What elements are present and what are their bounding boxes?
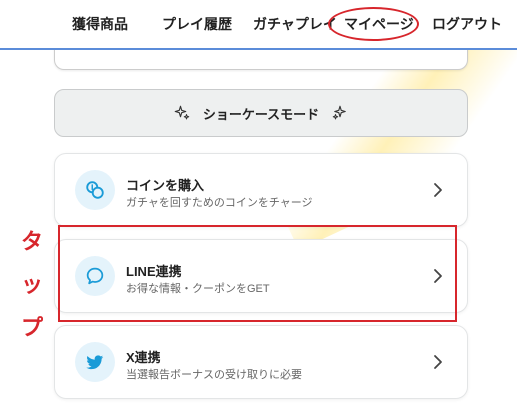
nav-item-play-history[interactable]: プレイ履歴 bbox=[162, 14, 232, 34]
nav-item-acquired-items[interactable]: 獲得商品 bbox=[72, 14, 128, 34]
nav-item-logout[interactable]: ログアウト bbox=[432, 14, 502, 34]
top-nav: 獲得商品 プレイ履歴 ガチャプレイ マイページ ログアウト bbox=[0, 0, 517, 50]
x-link-subtitle: 当選報告ボーナスの受け取りに必要 bbox=[126, 369, 302, 381]
showcase-mode-label: ショーケースモード bbox=[202, 106, 320, 122]
coins-icon bbox=[86, 181, 104, 199]
nav-item-gacha-play[interactable]: ガチャプレイ bbox=[253, 14, 337, 34]
tap-char: タ bbox=[20, 229, 43, 254]
bird-icon bbox=[86, 355, 104, 370]
tap-annotation-label: タ ッ プ bbox=[20, 220, 44, 349]
sparkle-icon bbox=[174, 105, 190, 120]
coins-icon-badge bbox=[75, 170, 115, 210]
x-link-title: X連携 bbox=[126, 350, 161, 365]
buy-coins-subtitle: ガチャを回すためのコインをチャージ bbox=[126, 197, 313, 209]
tap-annotation-box bbox=[58, 225, 457, 322]
buy-coins-card[interactable]: コインを購入 ガチャを回すためのコインをチャージ bbox=[54, 153, 468, 227]
buy-coins-title: コインを購入 bbox=[126, 178, 205, 193]
sparkle-icon bbox=[332, 105, 346, 120]
x-link-card[interactable]: X連携 当選報告ボーナスの受け取りに必要 bbox=[54, 325, 468, 399]
tap-char: プ bbox=[20, 315, 43, 340]
showcase-mode-button[interactable]: ショーケースモード bbox=[54, 89, 468, 137]
mypage-highlight-circle bbox=[328, 7, 419, 41]
chevron-right-icon bbox=[434, 355, 442, 369]
bird-icon-badge bbox=[75, 342, 115, 382]
page: 獲得商品 プレイ履歴 ガチャプレイ マイページ ログアウト ショーケースモード … bbox=[0, 0, 517, 403]
tap-char: ッ bbox=[20, 272, 43, 297]
chevron-right-icon bbox=[434, 183, 442, 197]
